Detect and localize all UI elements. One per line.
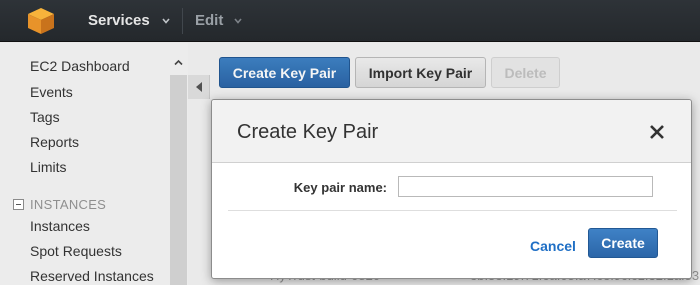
dialog-header: Create Key Pair — [212, 100, 691, 163]
nav-divider — [182, 8, 183, 34]
sidebar-item-events[interactable]: Events — [30, 84, 73, 100]
top-nav-bar: Services Edit — [0, 0, 700, 42]
sidebar-item-limits[interactable]: Limits — [30, 159, 67, 175]
sidebar-item-instances[interactable]: Instances — [30, 218, 90, 234]
sidebar-section-instances[interactable]: INSTANCES — [13, 196, 106, 212]
scroll-up-button[interactable] — [170, 53, 187, 75]
create-button[interactable]: Create — [588, 228, 658, 258]
aws-cube-icon[interactable] — [26, 7, 56, 35]
close-icon[interactable] — [649, 124, 665, 140]
edit-menu[interactable]: Edit — [195, 12, 223, 29]
chevron-down-icon[interactable] — [162, 17, 170, 25]
key-pair-name-label: Key pair name: — [293, 180, 387, 195]
chevron-up-icon — [174, 59, 183, 66]
sidebar-item-spot-requests[interactable]: Spot Requests — [30, 243, 122, 259]
sidebar-item-ec2-dashboard[interactable]: EC2 Dashboard — [30, 58, 130, 74]
sidebar-item-reports[interactable]: Reports — [30, 134, 79, 150]
cancel-button[interactable]: Cancel — [530, 238, 576, 254]
section-label: INSTANCES — [30, 196, 107, 212]
collapse-icon[interactable] — [13, 198, 24, 210]
dialog-title: Create Key Pair — [237, 121, 379, 143]
sidebar-item-tags[interactable]: Tags — [30, 109, 60, 125]
services-menu[interactable]: Services — [88, 12, 150, 29]
dialog-divider — [228, 210, 677, 211]
key-pair-name-input[interactable] — [398, 176, 653, 197]
create-key-pair-dialog: Create Key Pair Key pair name: Cancel Cr… — [211, 99, 692, 279]
chevron-down-icon[interactable] — [234, 17, 242, 25]
sidebar-scrollbar[interactable] — [170, 53, 187, 285]
sidebar-item-reserved-instances[interactable]: Reserved Instances — [30, 268, 154, 284]
